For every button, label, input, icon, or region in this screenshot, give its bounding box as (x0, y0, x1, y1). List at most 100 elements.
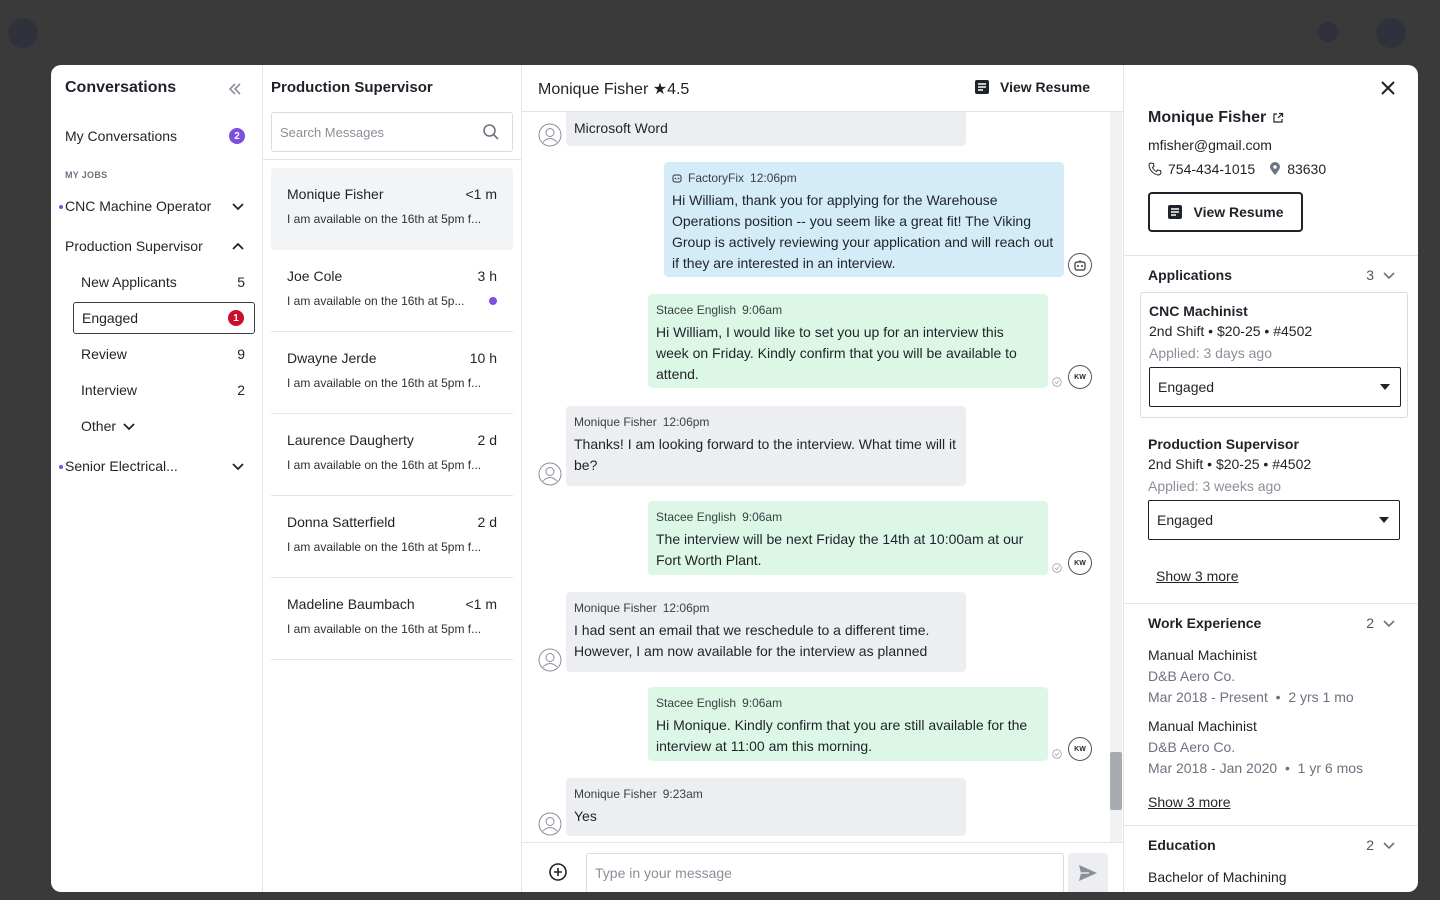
phone-icon (1148, 162, 1162, 176)
document-icon (975, 80, 989, 94)
application-applied: Applied: 3 days ago (1149, 345, 1272, 361)
work-experience-header[interactable]: Work Experience 2 (1148, 615, 1396, 631)
send-icon (1079, 865, 1097, 881)
external-link-icon[interactable] (1272, 112, 1284, 124)
view-resume-button[interactable]: View Resume (1148, 192, 1303, 232)
section-count: 2 (1366, 615, 1374, 631)
robot-icon (672, 174, 682, 183)
conversation-name: Joe Cole (287, 268, 343, 284)
section-title: Work Experience (1148, 615, 1262, 631)
chevron-down-icon[interactable] (231, 459, 245, 473)
message-time: 9:06am (742, 510, 783, 524)
chevron-down-icon[interactable] (231, 199, 245, 213)
divider (1124, 825, 1418, 826)
candidate-name: Monique Fisher (538, 81, 649, 98)
view-resume-button[interactable]: View Resume (974, 79, 1090, 95)
message-sender: Stacee English (656, 510, 737, 524)
candidate-profile: Monique Fisher mfisher@gmail.com 754-434… (1124, 65, 1418, 892)
section-title: Applications (1148, 267, 1233, 283)
nav-job-label: Senior Electrical... (65, 458, 178, 474)
conversation-item[interactable]: Dwayne Jerde 10 h I am available on the 1… (271, 332, 513, 414)
close-icon[interactable] (1379, 79, 1397, 97)
stage-other[interactable]: Other (81, 414, 245, 438)
count-badge: 2 (229, 128, 245, 144)
profile-name[interactable]: Monique Fisher (1148, 109, 1284, 127)
message-text: I had sent an email that we reschedule t… (574, 622, 930, 659)
application-card: Production Supervisor 2nd Shift • $20-25… (1140, 426, 1408, 550)
nav-job-production-supervisor[interactable]: Production Supervisor (65, 234, 245, 258)
search-input[interactable] (280, 124, 460, 140)
conversations-modal: Conversations My Conversations 2 MY JOBS… (51, 65, 1418, 892)
message-sender: Monique Fisher (574, 415, 657, 429)
background-avatar (8, 18, 38, 48)
conversation-list: Production Supervisor Monique Fisher <1 m… (263, 65, 522, 892)
view-resume-label: View Resume (1193, 204, 1284, 220)
section-label: MY JOBS (65, 170, 108, 180)
profile-zip: 83630 (1287, 161, 1327, 177)
conversation-name: Donna Satterfield (287, 514, 396, 530)
conversation-item[interactable]: Laurence Daugherty 2 d I am available on … (271, 414, 513, 496)
chevron-down-icon[interactable] (1382, 616, 1396, 630)
profile-email[interactable]: mfisher@gmail.com (1148, 137, 1272, 153)
avatar-icon (538, 648, 562, 672)
message-bubble: Stacee English 9:06am Hi Monique. Kindly … (648, 687, 1048, 761)
conversation-snippet: I am available on the 16th at 5pm f... (287, 622, 482, 636)
nav-item-my-conversations[interactable]: My Conversations 2 (65, 124, 245, 148)
conversation-item[interactable]: Donna Satterfield 2 d I am available on t… (271, 496, 513, 578)
stage-engaged[interactable]: Engaged 1 (73, 302, 255, 334)
conversation-time: 2 d (477, 514, 497, 530)
message-input[interactable] (586, 853, 1064, 892)
show-more-work-link[interactable]: Show 3 more (1148, 794, 1230, 810)
unread-dot (59, 205, 63, 210)
message-time: 12:06pm (750, 171, 797, 185)
stage-review[interactable]: Review 9 (81, 342, 245, 366)
chevron-down-icon[interactable] (122, 419, 136, 433)
message-time: 12:06pm (662, 415, 710, 429)
show-more-applications-link[interactable]: Show 3 more (1156, 568, 1238, 584)
search-box[interactable] (271, 112, 513, 152)
read-check-icon (1052, 377, 1062, 387)
stage-new-applicants[interactable]: New Applicants 5 (81, 270, 245, 294)
message-sender: FactoryFix (688, 171, 745, 185)
conversation-name: Madeline Baumbach (287, 596, 415, 612)
stage-label: Other (81, 418, 117, 434)
conversation-item[interactable]: Madeline Baumbach <1 m I am available on … (271, 578, 513, 660)
chevron-up-icon[interactable] (231, 239, 245, 253)
message-sender: Stacee English (656, 696, 737, 710)
scroll-thumb[interactable] (1110, 752, 1122, 810)
user-initials-avatar: KW (1068, 365, 1092, 389)
stage-interview[interactable]: Interview 2 (81, 378, 245, 402)
collapse-icon[interactable] (225, 79, 245, 99)
education-header[interactable]: Education 2 (1148, 837, 1396, 853)
message-text: The interview will be next Friday the 14… (656, 531, 1024, 568)
status-select[interactable]: Engaged (1149, 367, 1401, 407)
conversations-nav: Conversations My Conversations 2 MY JOBS… (51, 65, 263, 892)
background-avatar (1376, 18, 1406, 48)
robot-avatar (1068, 253, 1092, 277)
message-time: 12:06pm (662, 601, 710, 615)
search-icon[interactable] (482, 123, 500, 141)
send-button[interactable] (1068, 853, 1108, 892)
message-bubble: Stacee English 9:06am The interview will … (648, 501, 1048, 575)
nav-job-cnc-machine-operator[interactable]: CNC Machine Operator (59, 194, 245, 218)
conversation-item[interactable]: Monique Fisher <1 m I am available on the… (271, 168, 513, 250)
view-resume-label: View Resume (1000, 79, 1091, 95)
avatar-icon (538, 812, 562, 836)
conversation-list-title: Production Supervisor (271, 79, 433, 96)
scrollbar[interactable] (1110, 112, 1122, 842)
status-select[interactable]: Engaged (1148, 500, 1400, 540)
applications-header[interactable]: Applications 3 (1148, 267, 1396, 283)
caret-down-icon (1380, 384, 1390, 390)
profile-phone[interactable]: 754-434-1015 (1168, 161, 1255, 177)
message-text: Hi William, thank you for applying for t… (672, 192, 1054, 271)
work-role: Manual Machinist (1148, 718, 1257, 734)
nav-job-senior-electrical[interactable]: Senior Electrical... (59, 454, 245, 478)
chevron-down-icon[interactable] (1382, 268, 1396, 282)
add-attachment-icon[interactable] (548, 862, 568, 882)
work-duration: 1 yr 6 mos (1297, 760, 1364, 776)
avatar-icon (538, 123, 562, 147)
conversation-item[interactable]: Joe Cole 3 h I am available on the 16th a… (271, 250, 513, 332)
work-duration: 2 yrs 1 mo (1288, 689, 1354, 705)
chevron-down-icon[interactable] (1382, 838, 1396, 852)
stage-count: 9 (237, 346, 245, 362)
